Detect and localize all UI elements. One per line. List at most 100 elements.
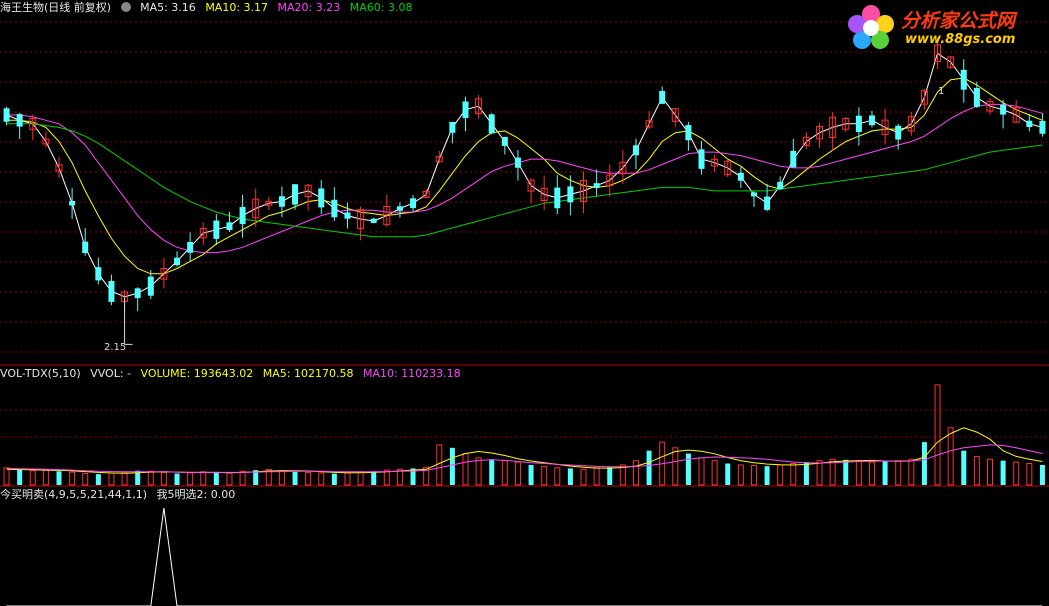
volume-bar (816, 460, 823, 486)
candle-body (318, 188, 325, 208)
volume-bar (567, 468, 573, 485)
candle-body (82, 241, 89, 254)
volume-indicator-name[interactable]: VOL-TDX(5,10) (0, 367, 81, 380)
candle-body (1026, 120, 1033, 127)
settings-circle-icon[interactable] (120, 2, 131, 12)
ma-line-ma60 (6, 123, 1043, 238)
candle-body (174, 257, 181, 266)
price-ma-lines (6, 52, 1043, 298)
volume-bar (685, 453, 691, 485)
candle-body (868, 115, 875, 126)
volume-bar (17, 469, 23, 485)
main-chart-header: 海王生物(日线 前复权) MA5: 3.16 MA10: 3.17 MA20: … (0, 0, 418, 16)
logo-title: 分析家公式网 (901, 10, 1016, 32)
candle-body (134, 288, 141, 299)
volume-bar (646, 450, 652, 485)
volume-bar (226, 472, 233, 486)
candle-body (554, 187, 561, 209)
volume-bar (528, 464, 534, 485)
volume-bar (278, 470, 285, 486)
volume-bar (737, 464, 744, 486)
volume-bar (1026, 463, 1033, 486)
site-logo[interactable]: 分析家公式网 www.88gs.com (843, 2, 1043, 54)
volume-bar (672, 447, 679, 486)
volume-bar (462, 453, 469, 486)
volume-bars (3, 384, 1045, 486)
candle-body (278, 196, 285, 207)
grid-lines (0, 21, 1049, 487)
volume-bar (803, 462, 809, 485)
volume-bar (1039, 464, 1045, 485)
volume-bar (750, 465, 757, 486)
volume-bar (3, 467, 10, 486)
volume-bar (1013, 461, 1020, 486)
volume-bar (331, 473, 337, 485)
candle-body (187, 241, 194, 253)
stock-title[interactable]: 海王生物(日线 前复权) (0, 1, 111, 14)
volume-bar (501, 460, 508, 486)
volume-bar (593, 467, 600, 486)
candle-body (1039, 121, 1046, 134)
candle-body (659, 90, 666, 104)
volume-bar (239, 470, 246, 486)
volume-bar (42, 469, 49, 486)
volume-bar (580, 468, 587, 486)
volume-bar (843, 459, 849, 485)
candle-body (895, 125, 902, 140)
candle-body (698, 149, 705, 169)
volume-bar (790, 463, 797, 486)
candle-body (855, 115, 862, 132)
low-price-label: 2.15 (104, 342, 127, 353)
candle-body (95, 267, 102, 281)
candle-body (292, 184, 299, 205)
volume-bar (934, 384, 941, 486)
volume-bar (69, 471, 76, 486)
volume-bar (908, 458, 915, 486)
logo-url: www.88gs.com (905, 32, 1016, 47)
indicator-line (6, 507, 1043, 606)
candle-body (737, 172, 744, 181)
candle-body (1000, 104, 1007, 115)
candle-body (514, 157, 521, 168)
candle-body (973, 88, 980, 107)
volume-bar (777, 464, 784, 486)
volume-bar (200, 471, 207, 486)
volume-ma10-readout: MA10: 110233.18 (362, 367, 461, 380)
volume-bar (725, 463, 731, 485)
volume-bar (921, 442, 927, 485)
candle-body (750, 192, 757, 197)
volume-bar (973, 455, 980, 486)
chart-canvas (0, 21, 1049, 606)
volume-bar (489, 459, 495, 485)
volume-bar (711, 460, 718, 486)
candle-body (226, 222, 233, 231)
volume-bar (95, 474, 101, 485)
volume-bar (318, 472, 325, 486)
candle-body (593, 183, 600, 189)
flower-logo-icon (848, 5, 894, 49)
candle-body (777, 181, 784, 190)
low-marker-line (124, 296, 133, 345)
candlesticks (3, 37, 1046, 345)
volume-bar (554, 467, 561, 486)
candle-body (396, 206, 403, 211)
volume-readout: VOLUME: 193643.02 (140, 367, 254, 380)
candle-body (108, 280, 115, 302)
volume-bar (882, 461, 888, 485)
indicator-lines (6, 507, 1043, 606)
candle-body (410, 198, 417, 209)
volume-bar (514, 461, 521, 486)
volume-bar (82, 473, 89, 486)
candle-body (567, 186, 574, 203)
ma60-readout: MA60: 3.08 (349, 1, 413, 14)
volume-bar (698, 457, 705, 486)
indicator-name[interactable]: 今买明卖(4,9,5,5,21,44,1,1) (0, 488, 147, 501)
volume-header: VOL-TDX(5,10) VVOL: - VOLUME: 193643.02 … (0, 366, 467, 382)
volume-bar (187, 472, 194, 486)
indicator-header: 今买明卖(4,9,5,5,21,44,1,1) 我5明选2: 0.00 (0, 487, 241, 503)
candle-body (331, 199, 338, 218)
volume-bar (357, 471, 364, 486)
candle-body (488, 114, 495, 134)
volume-ma5-readout: MA5: 102170.58 (262, 367, 354, 380)
vvol-readout: VVOL: - (90, 367, 132, 380)
